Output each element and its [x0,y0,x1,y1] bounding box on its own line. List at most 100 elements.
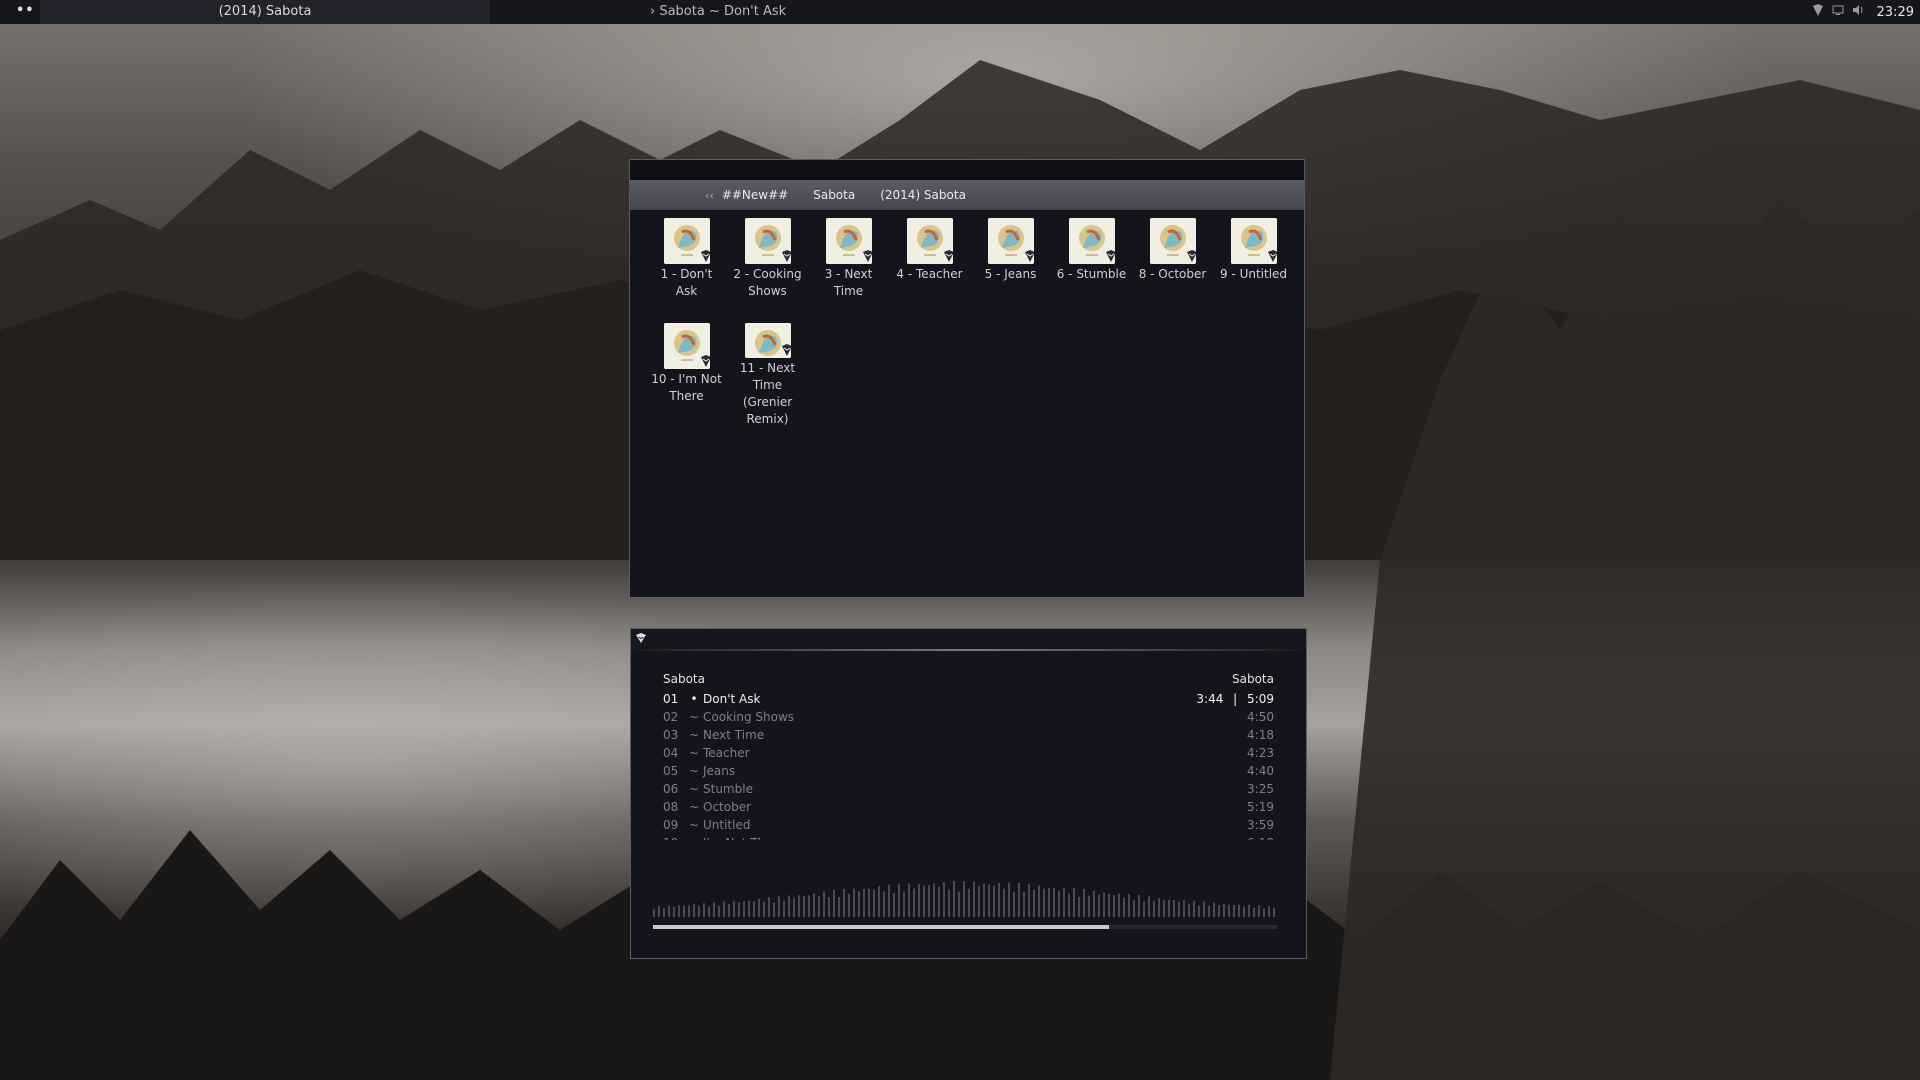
menu-button[interactable]: •• [16,3,35,18]
visualizer-bar [1158,897,1160,917]
visualizer-bar [1113,895,1115,917]
breadcrumb-album[interactable]: (2014) Sabota [880,188,966,202]
visualizer-bar [958,891,960,917]
audio-file-badge-icon [699,353,710,369]
visualizer-bar [808,895,810,917]
visualizer-bar [998,883,1000,917]
display-icon[interactable] [1831,3,1845,21]
visualizer-bar [813,893,815,917]
breadcrumb: ‹‹ ##New## Sabota (2014) Sabota [630,180,1304,210]
track-number: 03 [663,728,679,742]
visualizer-bar [858,891,860,917]
track-length: 6:18 [1247,836,1274,840]
focused-window-title: › Sabota ~ Don't Ask [650,4,787,19]
artist-label: Sabota [663,672,705,686]
app-icon[interactable] [1811,3,1825,21]
file-item[interactable]: 6 - Stumble [1051,218,1132,323]
file-item[interactable]: 10 - I'm Not There [646,323,727,428]
track-row[interactable]: 03 ~ Next Time 4:18 [663,726,1274,744]
file-item[interactable]: 3 - Next Time [808,218,889,323]
visualizer-bar [1248,904,1250,917]
audio-file-badge-icon [942,248,953,264]
visualizer-bar [803,895,805,917]
visualizer-bar [1188,903,1190,917]
file-item[interactable]: 2 - Cooking Shows [727,218,808,323]
visualizer-bar [1038,885,1040,917]
track-title: Jeans [703,764,736,778]
track-separator: ~ [688,782,700,796]
visualizer-bar [843,889,845,917]
visualizer-bar [773,902,775,917]
current-track[interactable]: 01 • Don't Ask 3:44 | 5:09 [663,690,1274,708]
file-item[interactable]: 11 - Next Time (Grenier Remix) [727,323,808,428]
track-separator: ~ [688,710,700,724]
album-art-icon [987,218,1034,264]
system-tray: 23:29 [1811,0,1914,24]
file-name: 3 - Next Time [824,267,873,298]
breadcrumb-new[interactable]: ##New## [722,188,788,202]
visualizer-bar [848,894,850,917]
visualizer-bar [928,885,930,917]
track-length: 4:23 [1247,746,1274,760]
visualizer-bar [1178,901,1180,917]
album-art-icon [663,323,710,369]
visualizer-bar [1273,908,1275,917]
visualizer-bar [978,886,980,917]
track-separator: ~ [688,764,700,778]
audio-visualizer [653,881,1275,917]
audio-file-badge-icon [780,342,791,358]
visualizer-bar [918,883,920,917]
visualizer-bar [663,908,665,917]
player-titlebar[interactable] [631,629,1306,649]
track-number: 04 [663,746,679,760]
visualizer-bar [1138,895,1140,917]
audio-file-badge-icon [1185,248,1196,264]
visualizer-bar [1078,896,1080,917]
progress-bar[interactable] [653,925,1277,929]
taskbar-active-window[interactable]: (2014) Sabota [40,0,490,24]
track-separator: ~ [688,746,700,760]
visualizer-bar [1118,893,1120,917]
track-row[interactable]: 09 ~ Untitled 3:59 [663,816,1274,834]
track-row[interactable]: 08 ~ October 5:19 [663,798,1274,816]
visualizer-bar [1003,888,1005,917]
visualizer-bar [798,895,800,917]
visualizer-bar [738,902,740,917]
music-player-window: Sabota Sabota 01 • Don't Ask 3:44 | 5:09… [630,628,1307,959]
file-item[interactable]: 4 - Teacher [889,218,970,323]
track-row[interactable]: 05 ~ Jeans 4:40 [663,762,1274,780]
track-row[interactable]: 10~I'm Not There6:18 [663,834,1274,840]
audio-file-badge-icon [1023,248,1034,264]
audio-file-badge-icon [699,248,710,264]
visualizer-bar [878,886,880,917]
track-title: Cooking Shows [703,710,795,724]
file-item[interactable]: 1 - Don't Ask [646,218,727,323]
track-separator: ~ [688,818,700,832]
volume-icon[interactable] [1851,3,1865,21]
back-arrow-icon[interactable]: ‹‹ [705,189,714,202]
file-item[interactable]: 5 - Jeans [970,218,1051,323]
track-row[interactable]: 06 ~ Stumble 3:25 [663,780,1274,798]
window-titlebar[interactable] [630,160,1304,180]
breadcrumb-sabota[interactable]: Sabota [813,188,855,202]
file-item[interactable]: 9 - Untitled [1213,218,1294,323]
visualizer-bar [653,909,655,917]
visualizer-bar [1228,904,1230,917]
audio-file-badge-icon [780,248,791,264]
file-item[interactable]: 8 - October [1132,218,1213,323]
visualizer-bar [778,896,780,917]
track-length: 3:59 [1247,818,1274,832]
visualizer-bar [703,903,705,917]
visualizer-bar [788,895,790,917]
track-number: 06 [663,782,679,796]
visualizer-bar [1163,900,1165,917]
visualizer-bar [1073,887,1075,917]
track-row[interactable]: 04 ~ Teacher 4:23 [663,744,1274,762]
visualizer-bar [793,898,795,917]
total-time: 5:09 [1247,692,1274,706]
track-length: 5:19 [1247,800,1274,814]
file-name: 1 - Don't Ask [660,267,713,298]
track-row[interactable]: 02 ~ Cooking Shows 4:50 [663,708,1274,726]
album-art-icon [744,323,791,358]
visualizer-bar [838,897,840,917]
